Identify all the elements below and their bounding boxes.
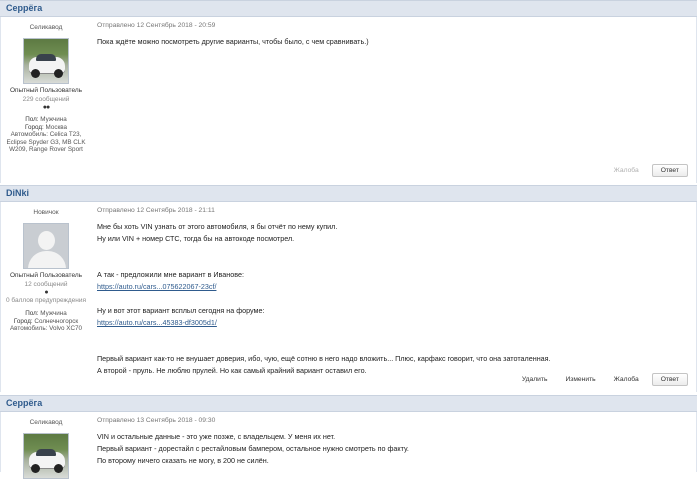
post-actions: Жалоба Ответ (605, 164, 688, 177)
text-line: Мне бы хоть VIN узнать от этого автомоби… (97, 222, 338, 231)
delete-button[interactable]: Удалить (513, 373, 557, 386)
post-text: Мне бы хоть VIN узнать от этого автомоби… (97, 221, 692, 377)
author-info: Селикавод Опытный Пользователь 229 сообщ… (2, 17, 90, 154)
post-2: DiNki (0, 185, 697, 202)
post-content: Отправлено 13 Сентябрь 2018 - 09:30 VIN … (97, 412, 692, 467)
rank-pips: ● (44, 289, 48, 296)
warning-points[interactable]: 0 баллов предупреждения (2, 297, 90, 305)
author-rank: Опытный Пользователь (9, 87, 83, 94)
avatar[interactable] (23, 38, 69, 84)
report-button[interactable]: Жалоба (605, 373, 648, 386)
author-meta: Пол: Мужчина Город: Солнечногорск Автомо… (2, 310, 90, 333)
author-info: Селикавод (2, 412, 90, 479)
post-3: Серрёга (0, 395, 697, 412)
post-3-body: Селикавод Отправлено 13 Сентябрь 2018 - … (0, 412, 697, 479)
gender-value: Мужчина (40, 310, 67, 317)
report-button[interactable]: Жалоба (605, 164, 648, 177)
text-line: По второму ничего сказать не могу, в 200… (97, 456, 269, 465)
post-actions: Удалить Изменить Жалоба Ответ (513, 373, 688, 386)
post-header: Серрёга (0, 395, 697, 412)
gender-label: Пол: (25, 310, 39, 317)
post-2-body: Новичок Опытный Пользователь 12 сообщени… (0, 202, 697, 392)
city-value: Москва (45, 123, 68, 131)
cars-label: Автомобиль: (9, 325, 48, 333)
cars-label: Автомобиль: (10, 131, 48, 139)
text-line: VIN и остальные данные - это уже позже, … (97, 432, 336, 441)
author-meta: Пол: Мужчина Город: Москва Автомобиль: C… (2, 116, 90, 154)
text-line: А так - предложили мне вариант в Иванове… (97, 270, 244, 279)
avatar[interactable] (23, 223, 69, 269)
author-rank: Опытный Пользователь (9, 272, 83, 279)
cars-value: Volvo XC70 (49, 325, 83, 333)
author-title: Селикавод (29, 419, 63, 426)
author-link[interactable]: Серрёга (6, 398, 42, 408)
reply-button[interactable]: Ответ (651, 164, 688, 177)
post-text: VIN и остальные данные - это уже позже, … (97, 431, 692, 467)
author-link[interactable]: Серрёга (6, 3, 42, 13)
post-date: Отправлено 12 Сентябрь 2018 - 21:11 (97, 207, 215, 214)
text-line: Ну и вот этот вариант всплыл сегодня на … (97, 306, 265, 315)
post-date: Отправлено 12 Сентябрь 2018 - 20:59 (97, 22, 216, 29)
post-1-body: Селикавод Опытный Пользователь 229 сообщ… (0, 17, 697, 183)
post-count: 229 сообщений (22, 96, 70, 103)
rank-pips: ●● (42, 104, 50, 111)
author-link[interactable]: DiNki (6, 188, 29, 198)
post-text: Пока ждёте можно посмотреть другие вариа… (97, 36, 692, 48)
author-info: Новичок Опытный Пользователь 12 сообщени… (2, 202, 90, 333)
auto-ru-link-1[interactable]: https://auto.ru/cars...075622067-23cf/ (97, 281, 692, 293)
post-content: Отправлено 12 Сентябрь 2018 - 21:11 Мне … (97, 202, 692, 377)
post-content: Отправлено 12 Сентябрь 2018 - 20:59 Пока… (97, 17, 692, 48)
text-line: Ну или VIN + номер СТС, тогда бы на авто… (97, 234, 295, 243)
text-line: Первый вариант как-то не внушает доверия… (97, 354, 551, 363)
text-line: Первый вариант - дорестайл с рестайловым… (97, 444, 409, 453)
text-line: Пока ждёте можно посмотреть другие вариа… (97, 37, 369, 46)
edit-button[interactable]: Изменить (556, 373, 604, 386)
avatar[interactable] (23, 433, 69, 479)
gender-value: Мужчина (40, 116, 67, 123)
post-header: DiNki (0, 185, 697, 202)
city-label: Город: (24, 123, 44, 131)
author-title: Новичок (33, 209, 59, 216)
author-title: Селикавод (29, 24, 63, 31)
reply-button[interactable]: Ответ (651, 373, 688, 386)
auto-ru-link-2[interactable]: https://auto.ru/cars...45383-df3005d1/ (97, 317, 692, 329)
gender-label: Пол: (25, 116, 39, 123)
post-date: Отправлено 13 Сентябрь 2018 - 09:30 (97, 417, 216, 424)
post-header: Серрёга (0, 0, 697, 17)
post-1: Серрёга (0, 0, 697, 17)
city-value: Солнечногорск (34, 317, 79, 325)
post-count: 12 сообщений (24, 281, 68, 288)
city-label: Город: (13, 317, 33, 325)
